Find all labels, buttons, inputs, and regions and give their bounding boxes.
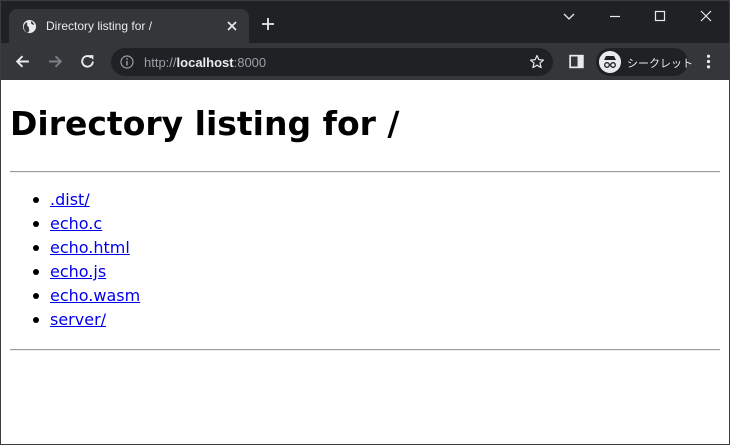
close-window-icon[interactable] bbox=[699, 9, 713, 23]
tab-directory-listing[interactable]: Directory listing for / bbox=[9, 9, 249, 43]
info-icon[interactable] bbox=[120, 55, 134, 69]
reload-icon[interactable] bbox=[79, 53, 96, 70]
bullet bbox=[33, 293, 39, 299]
incognito-label: シークレット bbox=[627, 58, 693, 70]
globe-icon bbox=[22, 19, 37, 34]
address-bar[interactable]: http://localhost:8000 bbox=[111, 48, 553, 76]
tab-strip: Directory listing for / bbox=[1, 1, 729, 43]
maximize-icon[interactable] bbox=[653, 9, 667, 23]
incognito-icon bbox=[599, 51, 621, 73]
file-link-echo-html[interactable]: echo.html bbox=[50, 238, 130, 257]
list-item: echo.c bbox=[10, 212, 140, 236]
list-item: echo.html bbox=[10, 236, 140, 260]
close-tab-icon[interactable] bbox=[224, 18, 240, 34]
new-tab-plus-icon[interactable] bbox=[261, 17, 275, 31]
bullet bbox=[33, 317, 39, 323]
bullet bbox=[33, 221, 39, 227]
file-link-echo-js[interactable]: echo.js bbox=[50, 262, 106, 281]
file-list: .dist/ echo.c echo.html echo.js echo.was… bbox=[10, 188, 140, 332]
bookmark-star-icon[interactable] bbox=[529, 54, 545, 70]
list-item: .dist/ bbox=[10, 188, 140, 212]
minimize-icon[interactable] bbox=[608, 9, 622, 23]
list-item: echo.js bbox=[10, 260, 140, 284]
file-link-echo-c[interactable]: echo.c bbox=[50, 214, 102, 233]
side-panel-icon[interactable] bbox=[568, 53, 585, 70]
bullet bbox=[33, 197, 39, 203]
page-content: Directory listing for / .dist/ echo.c ec… bbox=[1, 80, 729, 444]
divider bbox=[10, 349, 720, 351]
back-arrow-icon[interactable] bbox=[14, 53, 31, 70]
forward-arrow-icon[interactable] bbox=[47, 53, 64, 70]
page-title: Directory listing for / bbox=[10, 104, 400, 143]
incognito-profile-button[interactable]: シークレット bbox=[596, 48, 693, 76]
browser-window: Directory listing for / http://localhost… bbox=[0, 0, 730, 445]
browser-toolbar: http://localhost:8000 シークレット bbox=[1, 43, 729, 80]
file-link-echo-wasm[interactable]: echo.wasm bbox=[50, 286, 140, 305]
more-menu-icon[interactable] bbox=[700, 53, 717, 70]
bullet bbox=[33, 245, 39, 251]
divider bbox=[10, 171, 720, 173]
list-item: echo.wasm bbox=[10, 284, 140, 308]
file-link-dist[interactable]: .dist/ bbox=[50, 190, 90, 209]
file-link-server[interactable]: server/ bbox=[50, 310, 106, 329]
url-host: localhost bbox=[176, 55, 234, 70]
bullet bbox=[33, 269, 39, 275]
url-scheme: http:// bbox=[144, 55, 177, 70]
list-item: server/ bbox=[10, 308, 140, 332]
chevron-down-icon[interactable] bbox=[562, 9, 576, 23]
url-text[interactable]: http://localhost:8000 bbox=[144, 55, 266, 70]
tab-title: Directory listing for / bbox=[46, 19, 153, 33]
url-port: :8000 bbox=[233, 55, 267, 70]
